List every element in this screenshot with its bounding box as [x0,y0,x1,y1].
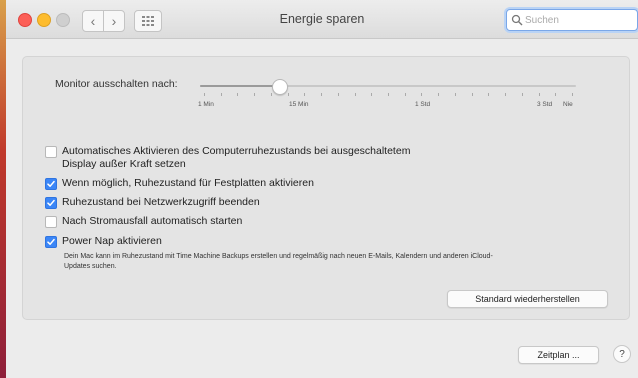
slider-tick [471,93,473,96]
checkbox-prevent-sleep[interactable] [45,146,57,158]
slider-tick [204,93,205,96]
slider-tick [438,93,440,96]
slider-tick [404,93,406,96]
slider-tick [254,93,256,96]
slider-tick [538,93,540,96]
titlebar: ‹ › Energie sparen Suchen [6,0,638,39]
slider-tick [388,93,389,96]
display-sleep-label: Monitor ausschalten nach: [55,78,178,90]
power-nap-description: Dein Mac kann im Ruhezustand mit Time Ma… [64,253,493,270]
search-field[interactable]: Suchen [506,9,638,31]
schedule-button[interactable]: Zeitplan ... [518,346,599,364]
checkbox-restart-power-failure[interactable] [45,216,57,228]
slider-tick [270,93,272,96]
slider-tick [321,93,323,96]
slider-tick [237,93,239,96]
slider-tick [287,93,289,96]
option-prevent-sleep-label: Automatisches Aktivieren des Computerruh… [62,145,411,157]
checkmark-icon [47,180,55,187]
slider-tick [454,93,456,96]
checkmark-icon [47,199,55,206]
slider-tick [354,93,356,96]
checkbox-power-nap[interactable] [45,236,57,248]
tick-label-3std: 3 Std [537,101,553,108]
search-icon [511,14,523,26]
checkbox-wake-network[interactable] [45,197,57,209]
slider-tick [572,93,573,96]
option-prevent-sleep-label-line2: Display außer Kraft setzen [62,158,186,170]
slider-tick [555,93,557,96]
slider-tick [220,93,222,96]
tick-label-nie: Nie [563,101,573,108]
tick-label-1std: 1 Std [415,101,431,108]
option-wake-network-label: Ruhezustand bei Netzwerkzugriff beenden [62,196,260,208]
tick-label-1min: 1 Min [198,101,214,108]
display-sleep-slider[interactable] [200,85,576,87]
option-power-nap-label: Power Nap aktivieren [62,235,162,247]
slider-tick [337,93,339,96]
slider-tick [521,93,523,96]
option-disk-sleep-label: Wenn möglich, Ruhezustand für Festplatte… [62,177,314,189]
checkmark-icon [47,238,55,245]
tick-label-15min: 15 Min [289,101,309,108]
slider-knob[interactable] [271,79,288,95]
slider-tick [505,93,507,96]
slider-tick [488,93,490,96]
slider-tick [304,93,306,96]
checkbox-disk-sleep[interactable] [45,178,57,190]
option-restart-power-failure-label: Nach Stromausfall automatisch starten [62,215,243,227]
slider-tick [421,93,423,96]
slider-fill [200,85,279,87]
help-button[interactable]: ? [613,345,631,363]
search-placeholder: Suchen [525,14,559,26]
slider-tick [371,93,373,96]
restore-defaults-button[interactable]: Standard wiederherstellen [447,290,608,308]
desktop-edge [0,0,6,378]
